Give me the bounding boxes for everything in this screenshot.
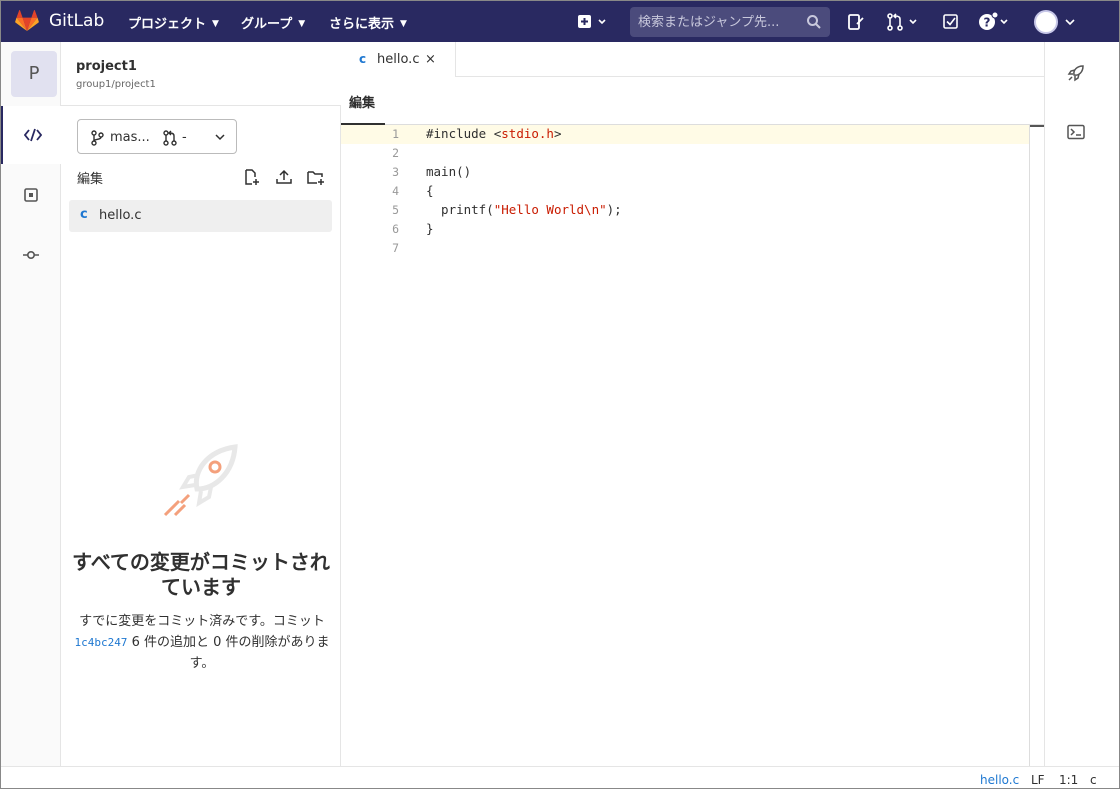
code-line: 4 { bbox=[341, 182, 1029, 201]
review-icon bbox=[24, 188, 38, 202]
todos-icon[interactable] bbox=[942, 12, 960, 32]
gitlab-logo-icon[interactable] bbox=[15, 10, 39, 32]
chevron-down-icon[interactable] bbox=[1064, 12, 1076, 32]
merge-requests-icon[interactable] bbox=[885, 12, 921, 32]
code-line: 6 } bbox=[341, 220, 1029, 239]
chevron-down-icon bbox=[215, 134, 225, 141]
nav-groups-menu[interactable]: グループ ▼ bbox=[241, 13, 305, 32]
branch-name: mas... bbox=[110, 130, 150, 145]
empty-desc-text: 6 件の追加と 0 件の削除があります。 bbox=[131, 635, 330, 671]
activity-bar: P bbox=[1, 42, 61, 766]
chevron-down-icon: ▼ bbox=[298, 19, 306, 29]
status-eol: LF bbox=[1031, 773, 1045, 787]
nav-projects-menu[interactable]: プロジェクト ▼ bbox=[128, 13, 219, 32]
code-line: 3 main() bbox=[341, 163, 1029, 182]
code-editor[interactable]: 1 #include <stdio.h> 2 3 main() 4 { 5 pr… bbox=[341, 125, 1029, 766]
file-tree-item[interactable]: c hello.c bbox=[69, 200, 332, 232]
tab-edit[interactable]: 編集 bbox=[349, 92, 375, 111]
status-bar: hello.c LF 1:1 c bbox=[1, 766, 1119, 788]
branch-selector[interactable]: mas... - bbox=[77, 119, 237, 154]
line-content: printf("Hello World\n"); bbox=[426, 202, 622, 217]
file-name: hello.c bbox=[99, 208, 142, 223]
right-panel-bar bbox=[1044, 42, 1119, 766]
line-content: #include <stdio.h> bbox=[426, 126, 562, 141]
commit-mode-button[interactable] bbox=[1, 226, 61, 284]
status-file-link[interactable]: hello.c bbox=[980, 773, 1019, 787]
line-number: 4 bbox=[392, 184, 399, 198]
search-input[interactable] bbox=[638, 13, 803, 31]
edit-mode-button[interactable] bbox=[1, 106, 61, 164]
terminal-icon[interactable] bbox=[1067, 124, 1085, 140]
editor-tabs: c hello.c × bbox=[341, 42, 1044, 77]
search-icon[interactable] bbox=[806, 14, 822, 30]
commit-hash-link[interactable]: 1c4bc247 bbox=[74, 636, 127, 649]
top-navbar: GitLab プロジェクト ▼ グループ ▼ さらに表示 ▼ 検索またはジャンプ… bbox=[1, 1, 1119, 42]
rocket-illustration-icon bbox=[163, 444, 238, 517]
chevron-down-icon: ▼ bbox=[400, 19, 407, 29]
help-icon[interactable]: ? bbox=[977, 12, 1013, 32]
upload-icon[interactable] bbox=[275, 169, 293, 185]
tab-hello-c[interactable]: c hello.c × bbox=[341, 42, 456, 77]
svg-text:?: ? bbox=[984, 16, 991, 30]
code-line: 7 bbox=[341, 239, 1029, 258]
code-line: 1 #include <stdio.h> bbox=[341, 125, 1029, 144]
code-icon bbox=[24, 128, 42, 142]
line-content: main() bbox=[426, 164, 472, 179]
review-mode-button[interactable] bbox=[1, 166, 61, 224]
line-number: 6 bbox=[392, 222, 399, 236]
project-path: group1/project1 bbox=[76, 79, 156, 90]
search-box[interactable] bbox=[630, 7, 830, 37]
user-avatar[interactable] bbox=[1034, 10, 1058, 34]
line-content: { bbox=[426, 183, 434, 198]
chevron-down-icon: ▼ bbox=[212, 19, 219, 29]
project-avatar[interactable]: P bbox=[11, 51, 57, 97]
tab-label: hello.c bbox=[377, 52, 420, 67]
line-number: 2 bbox=[392, 146, 399, 160]
empty-desc-text: すでに変更をコミット済みです。コミット bbox=[79, 614, 325, 629]
file-tree-heading: 編集 bbox=[77, 172, 104, 187]
branch-icon bbox=[91, 130, 104, 146]
empty-state-title: すべての変更がコミットされています bbox=[72, 550, 330, 599]
nav-more-menu[interactable]: さらに表示 ▼ bbox=[329, 13, 407, 32]
file-tree-panel: mas... - 編集 c hello.c すべての変更がコミットされています … bbox=[61, 106, 341, 766]
project-header: project1 group1/project1 bbox=[61, 42, 341, 106]
c-file-icon: c bbox=[359, 52, 367, 66]
line-content: } bbox=[426, 221, 434, 236]
status-cursor-position: 1:1 bbox=[1059, 773, 1079, 787]
editor-scrollbar[interactable] bbox=[1029, 125, 1044, 766]
empty-state-description: すでに変更をコミット済みです。コミット 1c4bc247 6 件の追加と 0 件… bbox=[71, 611, 333, 674]
line-number: 1 bbox=[392, 127, 399, 141]
merge-request-icon bbox=[163, 130, 177, 146]
merge-request-label: - bbox=[182, 130, 187, 145]
scrollbar-thumb[interactable] bbox=[1030, 125, 1044, 127]
new-file-icon[interactable] bbox=[243, 169, 261, 185]
ide-window: GitLab プロジェクト ▼ グループ ▼ さらに表示 ▼ 検索またはジャンプ… bbox=[0, 0, 1120, 789]
pipeline-rocket-icon[interactable] bbox=[1067, 64, 1085, 82]
nav-projects-label: プロジェクト bbox=[128, 17, 207, 32]
nav-groups-label: グループ bbox=[241, 17, 293, 32]
line-number: 5 bbox=[392, 203, 399, 217]
new-item-dropdown-icon[interactable] bbox=[577, 12, 609, 32]
code-line: 2 bbox=[341, 144, 1029, 163]
c-file-icon: c bbox=[80, 207, 88, 222]
project-name[interactable]: project1 bbox=[76, 59, 137, 74]
close-icon[interactable]: × bbox=[425, 52, 436, 67]
editor-mode-tabs: 編集 bbox=[341, 77, 1044, 125]
code-line: 5 printf("Hello World\n"); bbox=[341, 201, 1029, 220]
issues-icon[interactable] bbox=[846, 12, 866, 32]
brand-name[interactable]: GitLab bbox=[49, 11, 104, 31]
commit-icon bbox=[23, 251, 39, 260]
new-folder-icon[interactable] bbox=[307, 169, 325, 185]
line-number: 7 bbox=[392, 241, 399, 255]
status-language: c bbox=[1090, 773, 1097, 787]
line-number: 3 bbox=[392, 165, 399, 179]
nav-more-label: さらに表示 bbox=[329, 17, 395, 32]
